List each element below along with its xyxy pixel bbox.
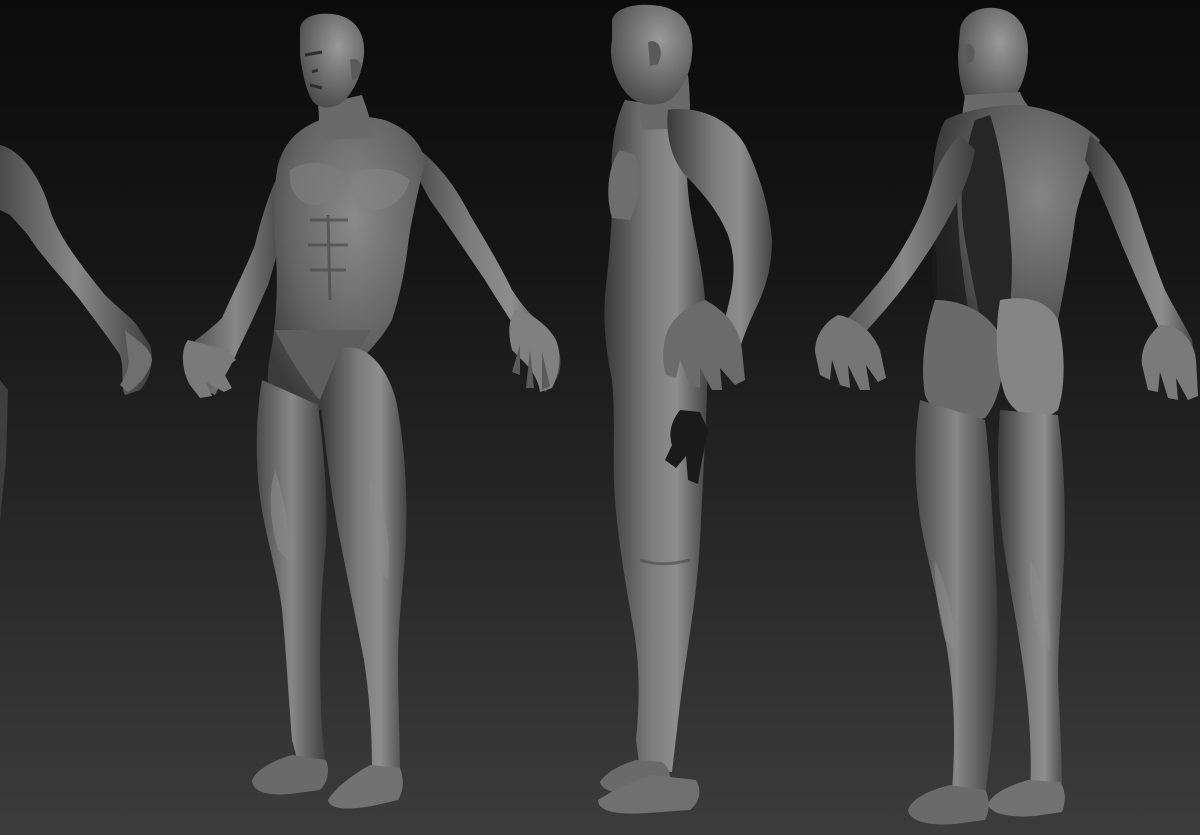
turnaround-render	[0, 4, 1198, 825]
figure-side-view	[598, 4, 772, 814]
figure-front-three-quarter	[182, 13, 561, 809]
partial-figure-left	[0, 145, 152, 520]
figure-back-three-quarter	[815, 7, 1198, 825]
sculpt-viewport	[0, 0, 1200, 835]
